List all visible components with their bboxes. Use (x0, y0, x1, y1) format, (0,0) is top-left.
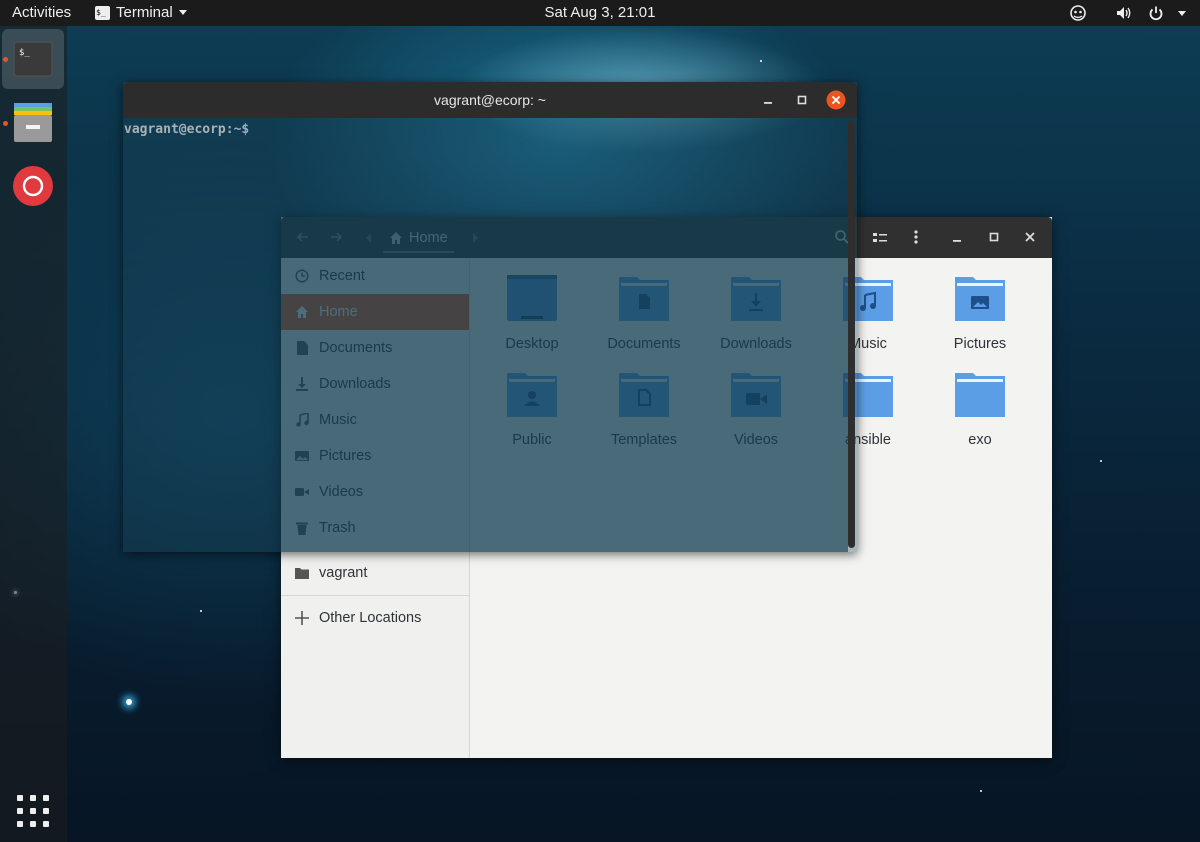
chevron-down-icon[interactable] (1178, 10, 1186, 16)
sidebar-item-label: Other Locations (319, 610, 422, 626)
activities-button[interactable]: Activities (12, 4, 71, 21)
sidebar-item-vagrant[interactable]: vagrant (281, 555, 469, 591)
system-tray[interactable] (1068, 3, 1186, 23)
maximize-icon[interactable] (791, 89, 813, 111)
prompt-path: :~$ (225, 122, 250, 137)
apps-grid-dot (30, 821, 36, 827)
star (980, 790, 982, 792)
folder-label: Pictures (953, 336, 1007, 352)
sidebar-item-label: vagrant (319, 565, 368, 581)
apps-grid-dot (43, 808, 49, 814)
plus-icon (295, 611, 309, 625)
dash-help[interactable] (2, 156, 64, 216)
terminal-prompt[interactable]: vagrant@ecorp:~$ (124, 122, 249, 137)
help-icon (13, 166, 53, 206)
terminal-icon: $_ (13, 41, 53, 77)
terminal-scrollbar[interactable] (848, 120, 855, 548)
files-icon (14, 103, 52, 142)
folder-exo[interactable]: exo (925, 371, 1035, 461)
show-apps-button[interactable] (17, 795, 49, 827)
folder-icon (955, 373, 1005, 417)
top-bar: Activities $_ Terminal Sat Aug 3, 21:01 (0, 0, 1200, 26)
minimize-icon[interactable] (757, 89, 779, 111)
sidebar-separator (281, 595, 469, 596)
running-indicator (3, 57, 8, 62)
dash: $_ (0, 26, 67, 842)
star (126, 699, 132, 705)
close-icon[interactable] (825, 89, 847, 111)
apps-grid-dot (43, 821, 49, 827)
menu-kebab-icon[interactable] (908, 229, 924, 250)
app-menu-label: Terminal (116, 4, 173, 21)
minimize-icon[interactable] (950, 230, 964, 249)
folder-label: exo (968, 432, 992, 448)
close-icon[interactable] (1023, 230, 1037, 249)
pictures-folder-icon (955, 277, 1005, 321)
apps-grid-dot (30, 795, 36, 801)
view-list-icon[interactable] (872, 230, 888, 251)
app-menu[interactable]: $_ Terminal (95, 4, 187, 21)
dash-terminal[interactable]: $_ (2, 29, 64, 89)
volume-icon[interactable] (1114, 3, 1134, 23)
folder-pictures[interactable]: Pictures (925, 275, 1035, 365)
folder-icon (295, 566, 309, 580)
dash-files[interactable] (2, 92, 64, 152)
terminal-title: vagrant@ecorp: ~ (434, 92, 546, 108)
svg-text:$_: $_ (19, 48, 30, 58)
prompt-user-host: vagrant@ecorp (124, 122, 226, 137)
sidebar-item-other-locations[interactable]: Other Locations (281, 600, 469, 636)
accessibility-icon[interactable] (1068, 3, 1088, 23)
chevron-down-icon (178, 10, 187, 15)
star (200, 610, 202, 612)
star (760, 60, 762, 62)
maximize-icon[interactable] (987, 230, 1001, 249)
clock[interactable]: Sat Aug 3, 21:01 (545, 4, 656, 21)
apps-grid-dot (43, 795, 49, 801)
apps-grid-dot (17, 795, 23, 801)
terminal-window[interactable]: vagrant@ecorp: ~ vagrant@ecorp:~$ (123, 82, 857, 552)
apps-grid-dot (17, 821, 23, 827)
terminal-titlebar[interactable]: vagrant@ecorp: ~ (123, 82, 857, 118)
apps-grid-dot (17, 808, 23, 814)
star (1100, 460, 1102, 462)
running-indicator (3, 121, 8, 126)
power-icon[interactable] (1146, 3, 1166, 23)
terminal-app-icon: $_ (95, 5, 110, 20)
apps-grid-dot (30, 808, 36, 814)
